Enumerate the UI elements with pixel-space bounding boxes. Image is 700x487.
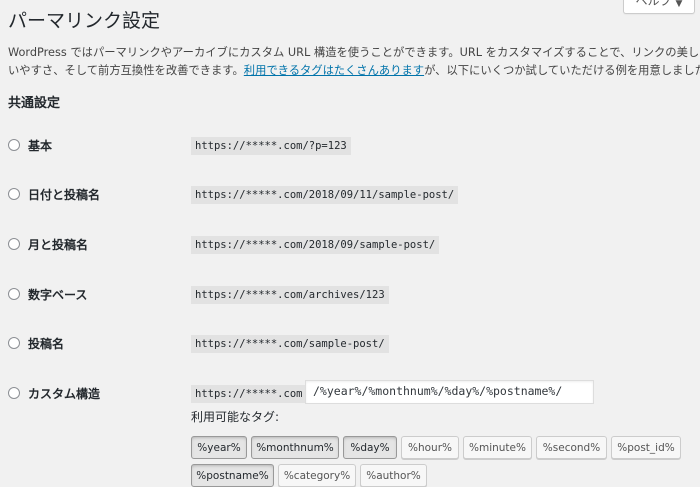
option-label: カスタム構造: [28, 387, 101, 401]
custom-structure-input[interactable]: /%year%/%monthnum%/%day%/%postname%/: [305, 380, 594, 404]
option-label: 投稿名: [28, 337, 65, 351]
help-tab-button[interactable]: ヘルプ ▼: [623, 0, 695, 14]
radio-custom[interactable]: [8, 387, 20, 399]
option-plain[interactable]: 基本: [8, 135, 52, 155]
option-label: 月と投稿名: [28, 238, 89, 252]
radio-day-name[interactable]: [8, 188, 20, 200]
example-url: https://*****.com/2018/09/11/sample-post…: [191, 186, 459, 204]
available-tags-link[interactable]: 利用できるタグはたくさんあります: [244, 64, 424, 77]
intro-line-2-after: が、以下にいくつか試していただける例を用意しました。: [424, 64, 700, 77]
tag-monthnum-button[interactable]: %monthnum%: [251, 436, 339, 459]
intro-line-1: WordPress ではパーマリンクやアーカイブにカスタム URL 構造を使うこ…: [8, 46, 700, 59]
option-label: 基本: [28, 139, 53, 153]
option-label: 数字ベース: [28, 288, 88, 302]
chevron-down-icon: ▼: [675, 0, 683, 9]
tag-year-button[interactable]: %year%: [191, 436, 247, 459]
tag-hour-button[interactable]: %hour%: [401, 436, 459, 459]
page-title: パーマリンク設定: [8, 10, 161, 32]
option-custom[interactable]: カスタム構造: [8, 383, 100, 403]
option-post-name[interactable]: 投稿名: [8, 333, 64, 353]
option-day-name[interactable]: 日付と投稿名: [8, 184, 100, 204]
example-url: https://*****.com/archives/123: [191, 286, 389, 304]
radio-numeric[interactable]: [8, 288, 20, 300]
intro-text: WordPress ではパーマリンクやアーカイブにカスタム URL 構造を使うこ…: [8, 44, 700, 80]
tag-author-button[interactable]: %author%: [360, 464, 427, 487]
radio-month-name[interactable]: [8, 238, 20, 250]
intro-line-2: いやすさ、そして前方互換性を改善できます。利用できるタグはたくさんありますが、以…: [8, 62, 700, 80]
example-url: https://*****.com/sample-post/: [191, 335, 389, 353]
tag-post-id-button[interactable]: %post_id%: [611, 436, 681, 459]
example-url: https://*****.com/?p=123: [191, 137, 351, 155]
tag-minute-button[interactable]: %minute%: [463, 436, 532, 459]
radio-plain[interactable]: [8, 139, 20, 151]
intro-line-2-before: いやすさ、そして前方互換性を改善できます。: [8, 64, 244, 77]
example-url: https://*****.com/2018/09/sample-post/: [191, 236, 440, 254]
option-numeric[interactable]: 数字ベース: [8, 284, 87, 304]
radio-post-name[interactable]: [8, 337, 20, 349]
section-title: 共通設定: [8, 96, 61, 111]
option-label: 日付と投稿名: [28, 188, 101, 202]
custom-url-prefix: https://*****.com: [191, 385, 307, 403]
tag-postname-button[interactable]: %postname%: [191, 464, 274, 487]
help-label: ヘルプ: [635, 0, 672, 8]
tag-day-button[interactable]: %day%: [343, 436, 397, 459]
tag-second-button[interactable]: %second%: [536, 436, 607, 459]
option-month-name[interactable]: 月と投稿名: [8, 234, 88, 254]
available-tags-label: 利用可能なタグ:: [191, 410, 280, 424]
tag-category-button[interactable]: %category%: [278, 464, 356, 487]
